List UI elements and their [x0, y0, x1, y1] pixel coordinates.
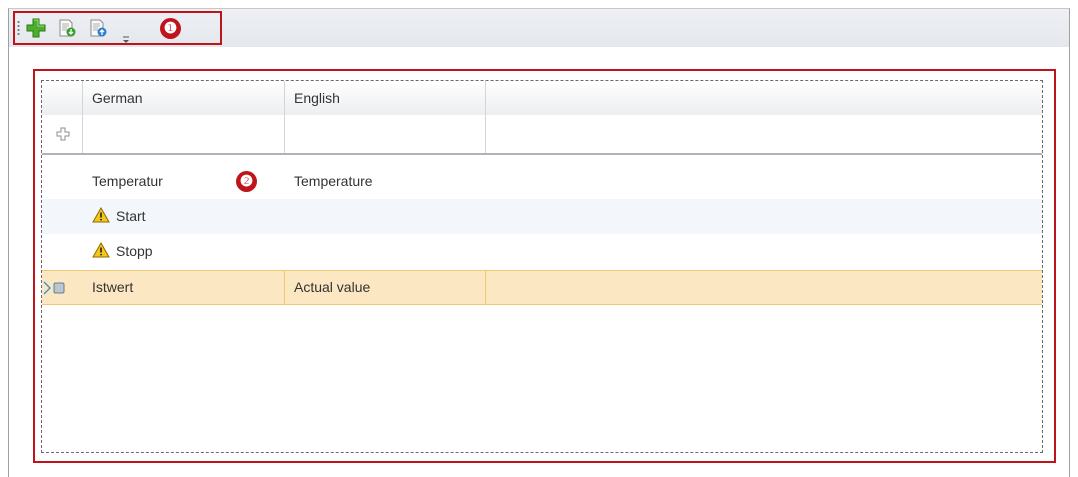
table-row[interactable]: Start: [42, 199, 1042, 234]
grid-header: German English: [42, 81, 1042, 116]
column-header-english[interactable]: English: [285, 81, 486, 115]
column-header-german[interactable]: German: [83, 81, 285, 115]
row-header-column: [42, 81, 83, 115]
callout-2: ❷: [236, 171, 257, 192]
warning-icon: [92, 242, 110, 258]
table-row[interactable]: Stopp: [42, 234, 1042, 269]
english-cell[interactable]: [285, 234, 486, 269]
text-list-window: ❶ German English Temperatur Temperature …: [8, 8, 1070, 477]
new-row-empty-cell: [486, 115, 1042, 153]
english-cell[interactable]: Actual value: [285, 271, 486, 304]
plus-outline-icon: [56, 127, 70, 141]
table-row[interactable]: Temperatur Temperature: [42, 164, 1042, 199]
text-grid: German English Temperatur Temperature ❷: [41, 80, 1043, 453]
table-row-selected[interactable]: Istwert Actual value: [42, 270, 1042, 305]
new-row[interactable]: [42, 115, 1042, 155]
new-row-english-cell[interactable]: [285, 115, 486, 153]
toolbar-highlight-frame: [13, 11, 222, 45]
german-cell[interactable]: Start: [83, 199, 285, 234]
english-cell[interactable]: Temperature: [285, 164, 486, 199]
german-text: Start: [116, 208, 146, 224]
german-cell[interactable]: Istwert: [83, 271, 285, 304]
current-row-indicator-icon: [43, 281, 65, 295]
new-row-german-cell[interactable]: [83, 115, 285, 153]
new-row-indicator: [42, 115, 83, 153]
english-cell[interactable]: [285, 199, 486, 234]
german-cell[interactable]: Stopp: [83, 234, 285, 269]
column-header-empty: [486, 81, 1042, 115]
german-text: Stopp: [116, 243, 153, 259]
toolbar: ❶: [9, 9, 1069, 47]
warning-icon: [92, 207, 110, 223]
